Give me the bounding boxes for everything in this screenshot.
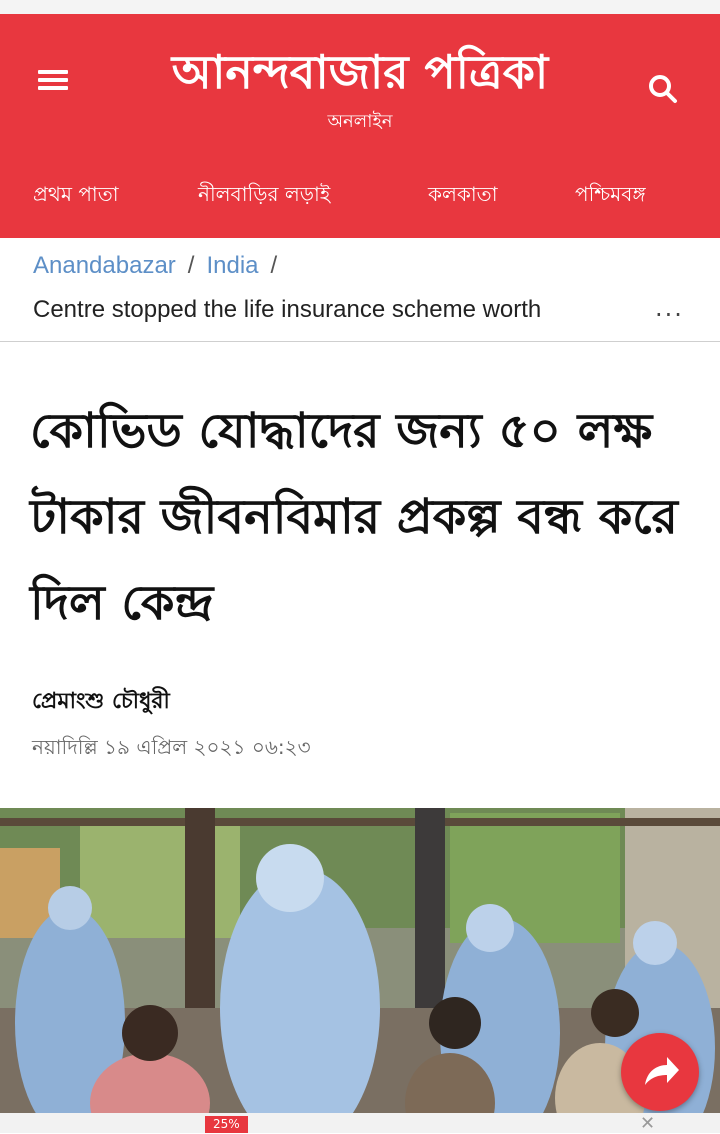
article-author[interactable]: প্রেমাংশু চৌধুরী	[32, 684, 170, 721]
breadcrumb: Anandabazar / India / Centre stopped the li…	[0, 238, 720, 342]
ad-banner[interactable]	[0, 1113, 720, 1133]
status-strip	[0, 0, 720, 14]
breadcrumb-fade	[560, 294, 620, 328]
hamburger-icon[interactable]	[38, 66, 68, 96]
search-icon[interactable]	[646, 72, 680, 106]
nav-item-election[interactable]: নীলবাড়ির লড়াই	[198, 169, 330, 219]
breadcrumb-current: Centre stopped the life insurance scheme…	[33, 296, 542, 323]
article-headline: কোভিড যোদ্ধাদের জন্য ৫০ লক্ষ টাকার জীবনব…	[30, 403, 678, 631]
breadcrumb-home-link[interactable]: Anandabazar	[33, 252, 176, 279]
covid-testing-photo	[0, 808, 720, 1133]
article-dateline: নয়াদিল্লি ১৯ এপ্রিল ২০২১ ০৬:২৩	[32, 735, 311, 759]
ad-badge: 25%	[205, 1116, 248, 1133]
share-button[interactable]	[621, 1033, 699, 1111]
nav-item-kolkata[interactable]: কলকাতা	[428, 169, 498, 219]
nav-item-first-page[interactable]: প্রথম পাতা	[33, 169, 119, 219]
article-photo[interactable]	[0, 808, 720, 1133]
breadcrumb-separator: /	[270, 252, 278, 279]
breadcrumb-separator: /	[187, 252, 195, 279]
close-icon[interactable]: ✕	[640, 1113, 655, 1134]
logo-subtitle: অনলাইন	[327, 111, 393, 132]
share-arrow-icon	[645, 1057, 679, 1085]
breadcrumb-section-link[interactable]: India	[206, 252, 258, 279]
site-header: আনন্দবাজার পত্রিকা অনলাইন প্রথম পাতা নীল…	[0, 14, 720, 238]
site-logo[interactable]: আনন্দবাজার পত্রিকা	[140, 42, 580, 102]
nav-item-west-bengal[interactable]: পশ্চিমবঙ্গ	[575, 169, 646, 219]
section-nav: প্রথম পাতা নীলবাড়ির লড়াই কলকাতা পশ্চিম…	[0, 169, 720, 219]
more-options-icon[interactable]: ...	[655, 294, 684, 322]
